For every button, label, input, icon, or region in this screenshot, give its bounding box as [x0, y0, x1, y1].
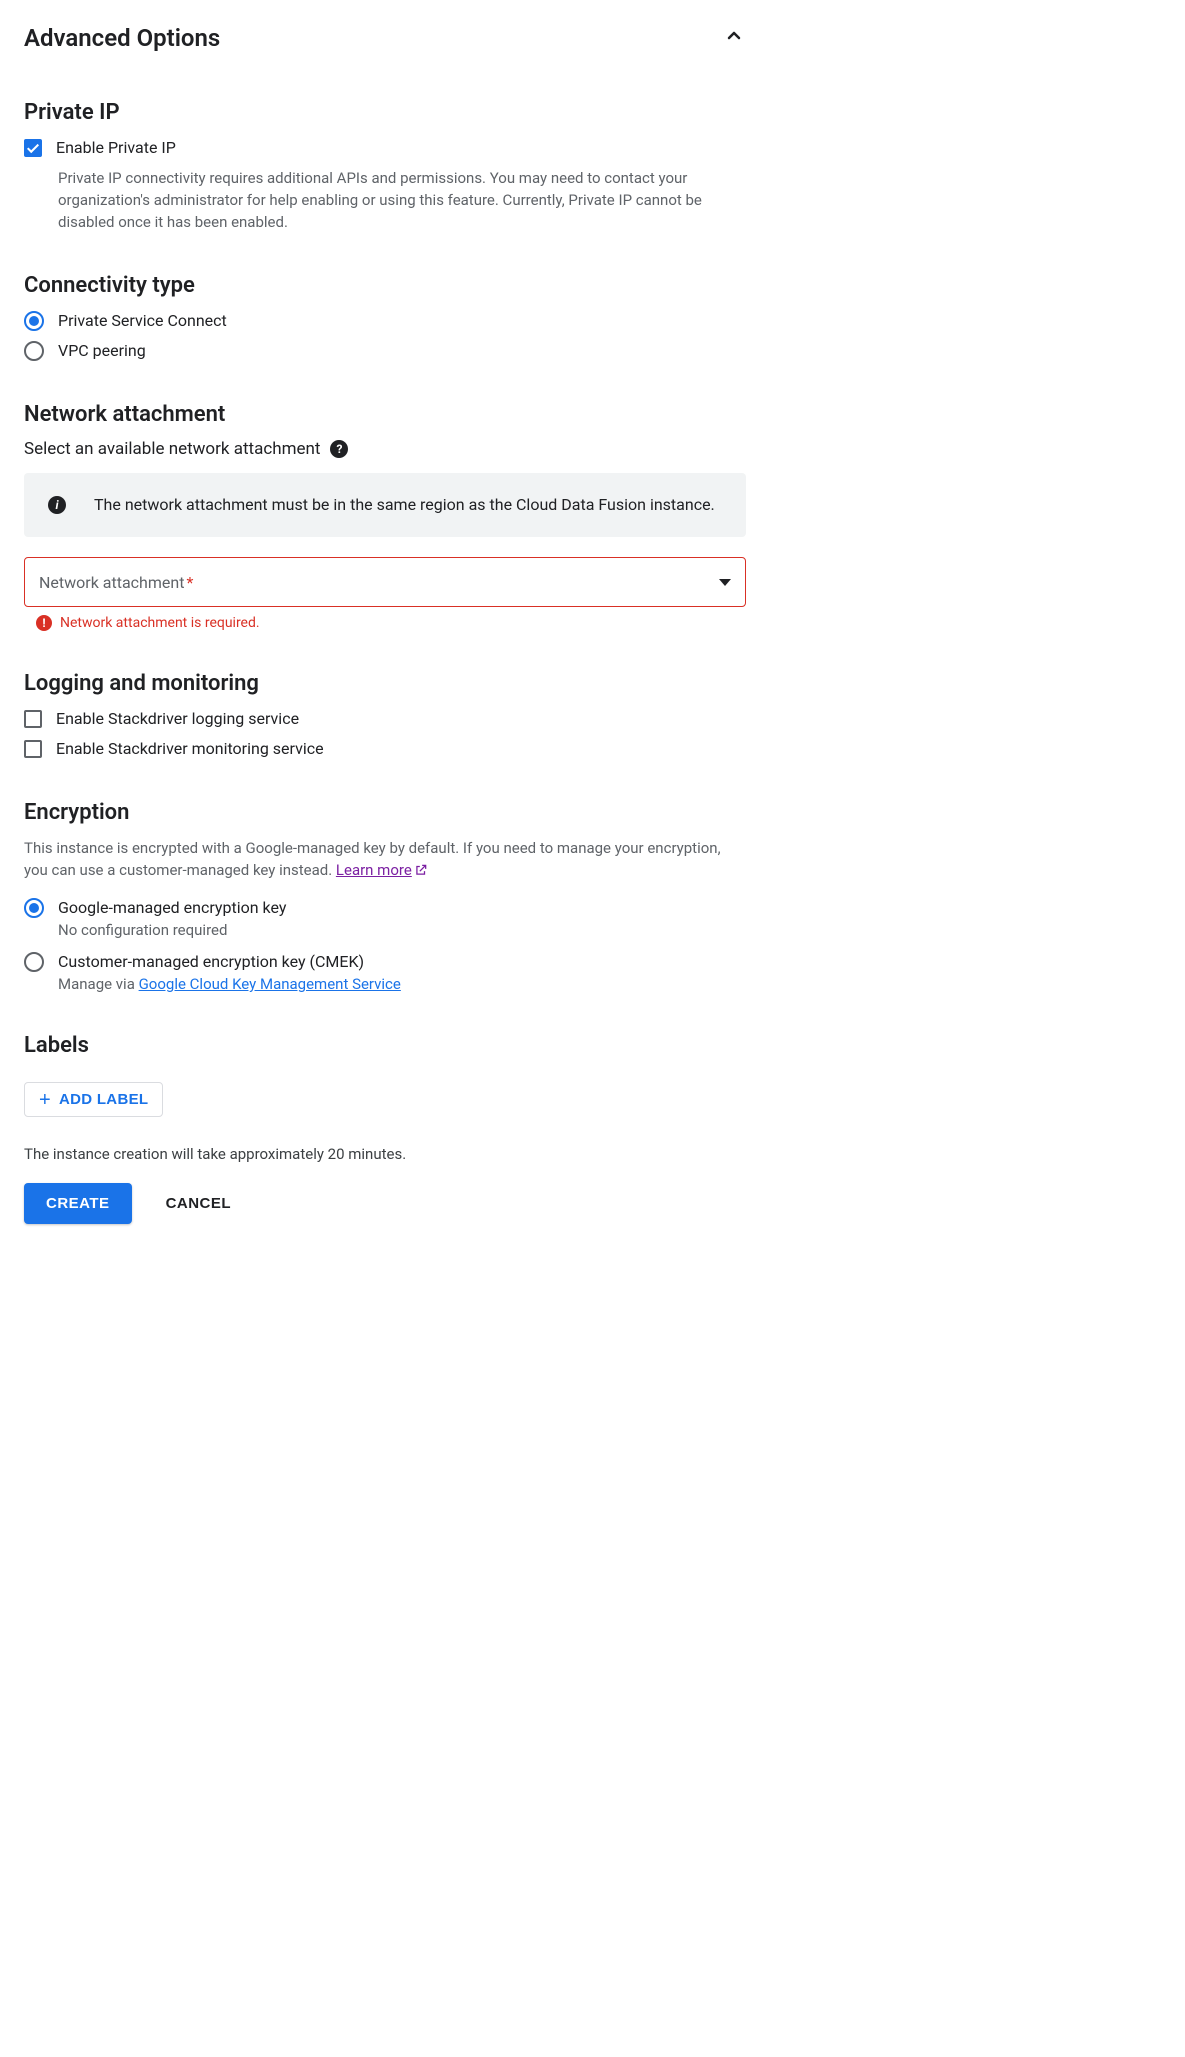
- logging-monitoring-heading: Logging and monitoring: [24, 671, 746, 696]
- enable-private-ip-label: Enable Private IP: [56, 137, 176, 159]
- help-icon[interactable]: ?: [330, 440, 348, 458]
- encryption-cmek-sub: Manage via Google Cloud Key Management S…: [58, 975, 746, 993]
- enable-private-ip-row: Enable Private IP: [24, 137, 746, 159]
- connectivity-vpc-row: VPC peering: [24, 340, 746, 362]
- encryption-learn-more-link[interactable]: Learn more: [336, 861, 412, 879]
- network-attachment-error: ! Network attachment is required.: [36, 615, 746, 631]
- connectivity-psc-radio[interactable]: [24, 311, 44, 331]
- network-attachment-heading: Network attachment: [24, 402, 746, 427]
- stackdriver-monitoring-checkbox[interactable]: [24, 740, 42, 758]
- enable-private-ip-checkbox[interactable]: [24, 139, 42, 157]
- network-attachment-section: Network attachment Select an available n…: [24, 402, 746, 631]
- creation-time-note: The instance creation will take approxim…: [24, 1145, 746, 1163]
- encryption-heading: Encryption: [24, 800, 746, 825]
- encryption-google-label: Google-managed encryption key: [58, 897, 286, 919]
- plus-icon: +: [39, 1093, 51, 1107]
- encryption-cmek-radio[interactable]: [24, 952, 44, 972]
- network-attachment-placeholder: Network attachment*: [39, 573, 193, 592]
- stackdriver-logging-row: Enable Stackdriver logging service: [24, 708, 746, 730]
- connectivity-type-heading: Connectivity type: [24, 273, 746, 298]
- advanced-options-title: Advanced Options: [24, 24, 220, 52]
- private-ip-heading: Private IP: [24, 100, 746, 125]
- network-attachment-banner-text: The network attachment must be in the sa…: [94, 493, 715, 517]
- add-label-text: ADD LABEL: [59, 1091, 148, 1108]
- external-link-icon: [414, 861, 428, 883]
- stackdriver-monitoring-row: Enable Stackdriver monitoring service: [24, 738, 746, 760]
- add-label-button[interactable]: + ADD LABEL: [24, 1082, 163, 1117]
- network-attachment-banner: i The network attachment must be in the …: [24, 473, 746, 537]
- network-attachment-prompt: Select an available network attachment: [24, 439, 320, 459]
- network-attachment-prompt-row: Select an available network attachment ?: [24, 439, 746, 459]
- encryption-google-radio[interactable]: [24, 898, 44, 918]
- network-attachment-error-text: Network attachment is required.: [60, 615, 260, 631]
- encryption-section: Encryption This instance is encrypted wi…: [24, 800, 746, 993]
- chevron-up-icon[interactable]: [722, 24, 746, 52]
- private-ip-section: Private IP Enable Private IP Private IP …: [24, 100, 746, 233]
- kms-link[interactable]: Google Cloud Key Management Service: [139, 975, 401, 993]
- stackdriver-logging-checkbox[interactable]: [24, 710, 42, 728]
- cancel-button[interactable]: CANCEL: [160, 1194, 238, 1213]
- connectivity-type-section: Connectivity type Private Service Connec…: [24, 273, 746, 362]
- stackdriver-logging-label: Enable Stackdriver logging service: [56, 708, 299, 730]
- info-icon: i: [48, 496, 66, 514]
- error-icon: !: [36, 615, 52, 631]
- stackdriver-monitoring-label: Enable Stackdriver monitoring service: [56, 738, 324, 760]
- advanced-options-header[interactable]: Advanced Options: [24, 24, 746, 52]
- encryption-cmek-row: Customer-managed encryption key (CMEK): [24, 951, 746, 973]
- encryption-cmek-label: Customer-managed encryption key (CMEK): [58, 951, 364, 973]
- encryption-google-sub: No configuration required: [58, 921, 746, 939]
- encryption-body: This instance is encrypted with a Google…: [24, 837, 746, 883]
- network-attachment-select[interactable]: Network attachment*: [24, 557, 746, 607]
- action-buttons: CREATE CANCEL: [24, 1183, 746, 1224]
- logging-monitoring-section: Logging and monitoring Enable Stackdrive…: [24, 671, 746, 760]
- connectivity-psc-row: Private Service Connect: [24, 310, 746, 332]
- private-ip-helper: Private IP connectivity requires additio…: [58, 167, 746, 233]
- labels-heading: Labels: [24, 1033, 746, 1058]
- connectivity-psc-label: Private Service Connect: [58, 310, 227, 332]
- caret-down-icon: [719, 579, 731, 586]
- labels-section: Labels + ADD LABEL The instance creation…: [24, 1033, 746, 1224]
- connectivity-vpc-label: VPC peering: [58, 340, 146, 362]
- encryption-google-row: Google-managed encryption key: [24, 897, 746, 919]
- create-button[interactable]: CREATE: [24, 1183, 132, 1224]
- connectivity-vpc-radio[interactable]: [24, 341, 44, 361]
